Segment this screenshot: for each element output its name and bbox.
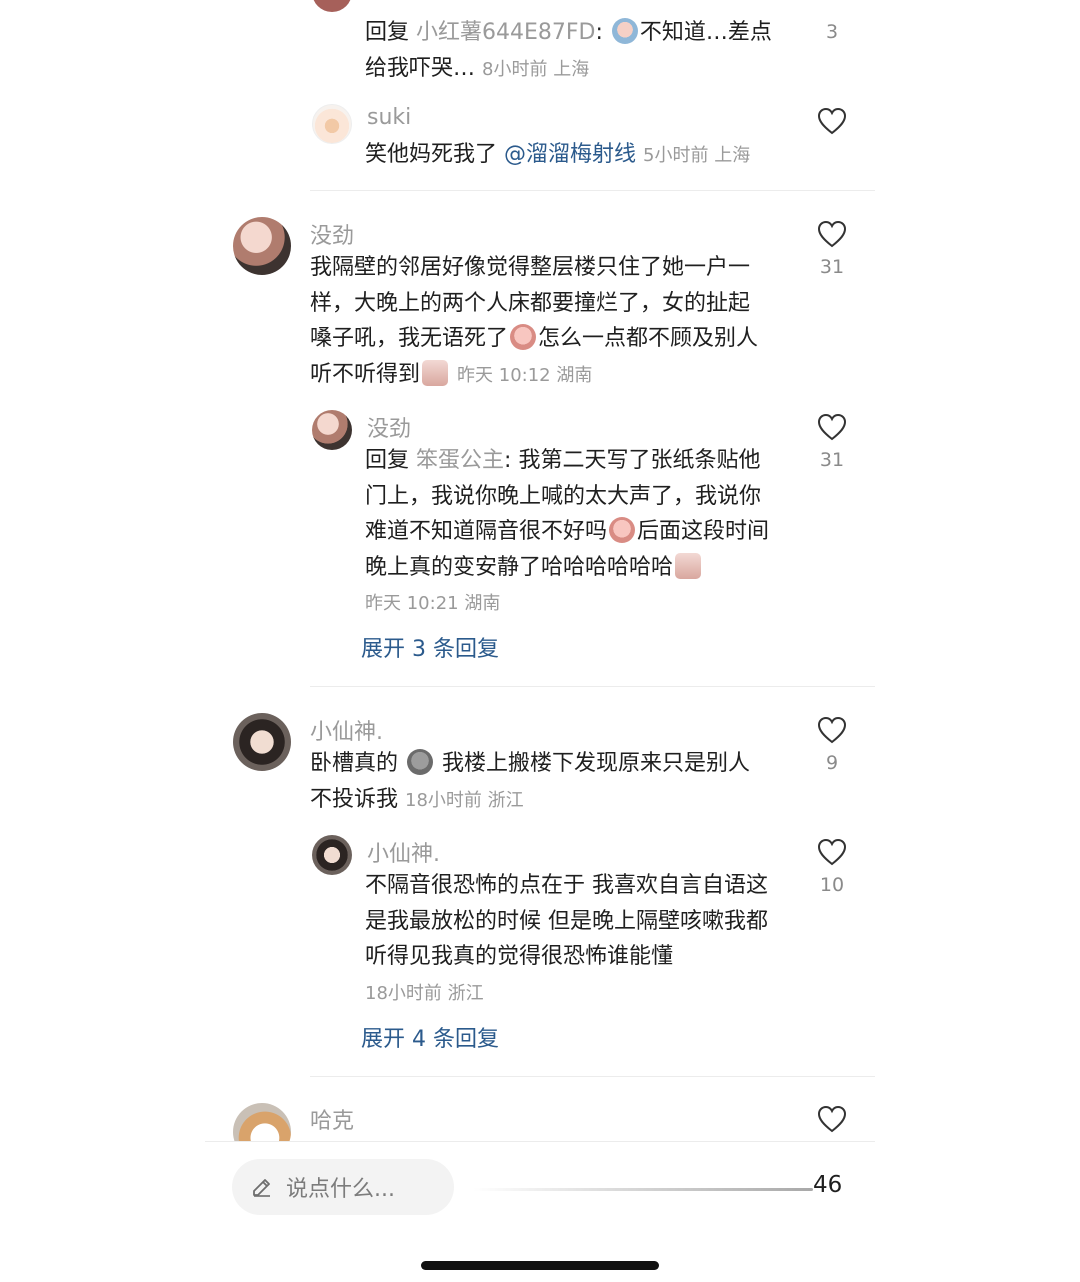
like-button[interactable] (802, 107, 862, 135)
comment-meta: 18小时前 浙江 (405, 789, 524, 811)
avatar[interactable] (312, 0, 352, 12)
avatar[interactable] (233, 713, 291, 771)
like-count: 10 (819, 874, 845, 896)
divider (310, 190, 875, 191)
reply-text: 给我吓哭… (365, 55, 476, 81)
mention-link[interactable]: @溜溜梅射线 (504, 142, 636, 167)
heart-outline-icon (817, 107, 847, 135)
comment-meta: 8小时前 上海 (482, 58, 590, 80)
username[interactable]: 小仙神. (310, 714, 383, 746)
divider (310, 1076, 875, 1077)
reply-prefix: 回复 (365, 448, 410, 473)
like-button[interactable]: 9 (802, 716, 862, 774)
reply-text: 不隔音很恐怖的点在于 我喜欢自言自语这 (365, 873, 768, 898)
comment-text: 怎么一点都不顾及别人 (538, 326, 759, 351)
comment-meta: 18小时前 浙江 (365, 982, 484, 1004)
sticker-emoji-icon (422, 359, 449, 386)
expand-replies-button[interactable]: 展开 4 条回复 (361, 1021, 499, 1053)
heart-outline-icon (817, 220, 847, 248)
avatar[interactable] (312, 104, 352, 144)
comment-text: 听不听得到 (310, 361, 421, 387)
username[interactable]: 哈克 (310, 1103, 354, 1135)
reply-body: 回复 笨蛋公主: 我第二天写了张纸条贴他 门上，我说你晚上喊的太大声了，我说你 … (365, 448, 770, 614)
expand-replies-button[interactable]: 展开 3 条回复 (361, 631, 499, 663)
heart-outline-icon (817, 413, 847, 441)
input-placeholder: 说点什么... (286, 1177, 395, 1202)
reply-body: 笑他妈死我了 @溜溜梅射线 5小时前 上海 (365, 137, 815, 174)
like-count: 3 (825, 21, 839, 43)
reply-body: 回复 小红薯644E87FD: 不知道…差点 给我吓哭… 8小时前 上海 (365, 18, 772, 81)
like-button[interactable] (802, 1105, 862, 1133)
total-comment-count: 46 (813, 1172, 843, 1198)
comment-panel: 回复 小红薯644E87FD: 不知道…差点 给我吓哭… 8小时前 上海 3 s… (205, 0, 875, 1282)
comment-input-bar: 说点什么... 46 (205, 1141, 875, 1241)
comment-input[interactable]: 说点什么... (232, 1159, 454, 1215)
heart-outline-icon (817, 838, 847, 866)
reply-text: 晚上真的变安静了哈哈哈哈哈哈 (365, 554, 674, 580)
reply-text: 门上，我说你晚上喊的太大声了，我说你 (365, 483, 762, 509)
heart-outline-icon (817, 716, 847, 744)
crying-emoji-icon (611, 18, 638, 44)
like-button[interactable]: 31 (802, 413, 862, 471)
comment-text: 样，大晚上的两个人床都要撞烂了，女的扯起 (310, 290, 751, 316)
comment-body: 我隔壁的邻居好像觉得整层楼只住了她一户一 样，大晚上的两个人床都要撞烂了，女的扯… (310, 250, 790, 393)
shocked-emoji-icon (609, 517, 636, 543)
heart-outline-icon (817, 1105, 847, 1133)
reply-text: 我第二天写了张纸条贴他 (518, 448, 761, 473)
username[interactable]: 没劲 (310, 218, 354, 250)
comment-text: 我楼上搬楼下发现原来只是别人 (442, 751, 751, 776)
username[interactable]: 没劲 (367, 411, 411, 443)
like-count: 31 (819, 449, 845, 471)
like-button[interactable]: 10 (802, 838, 862, 896)
gray-face-emoji-icon (407, 749, 434, 775)
comment-text: 不投诉我 (310, 786, 399, 812)
comment-body: 卧槽真的 我楼上搬楼下发现原来只是别人 不投诉我 18小时前 浙江 (310, 746, 790, 818)
comment-meta: 昨天 10:21 湖南 (365, 593, 501, 614)
reply-target[interactable]: 笨蛋公主 (416, 448, 504, 473)
reply-body: 不隔音很恐怖的点在于 我喜欢自言自语这 是我最放松的时候 但是晚上隔壁咳嗽我都 … (365, 868, 795, 1011)
like-count: 9 (825, 752, 839, 774)
reply-text: 是我最放松的时候 但是晚上隔壁咳嗽我都 (365, 908, 768, 934)
avatar[interactable] (233, 217, 291, 275)
comment-text: 卧槽真的 (310, 751, 399, 776)
reply-text: 难道不知道隔音很不好吗 (365, 519, 608, 544)
username[interactable]: suki (367, 105, 411, 130)
divider (310, 686, 875, 687)
reply-text: 不知道…差点 (639, 20, 772, 45)
reply-text: 听得见我真的觉得很恐怖谁能懂 (365, 944, 674, 969)
avatar[interactable] (312, 410, 352, 450)
comment-meta: 昨天 10:12 湖南 (457, 364, 593, 386)
reply-text: 笑他妈死我了 (365, 142, 498, 167)
reply-text: 后面这段时间 (637, 519, 770, 544)
reply-target[interactable]: 小红薯644E87FD (416, 20, 595, 45)
scroll-track (473, 1188, 813, 1191)
username[interactable]: 小仙神. (367, 836, 440, 868)
comment-meta: 5小时前 上海 (643, 145, 751, 166)
like-count: 31 (819, 256, 845, 278)
pencil-icon (253, 1179, 270, 1197)
sticker-emoji-icon (675, 552, 702, 579)
like-button[interactable]: 31 (802, 220, 862, 278)
home-indicator[interactable] (421, 1261, 659, 1270)
comment-text: 嗓子吼，我无语死了 (310, 326, 509, 351)
avatar[interactable] (312, 835, 352, 875)
shocked-emoji-icon (510, 324, 537, 350)
comment-text: 我隔壁的邻居好像觉得整层楼只住了她一户一 (310, 255, 751, 280)
reply-prefix: 回复 (365, 20, 410, 45)
